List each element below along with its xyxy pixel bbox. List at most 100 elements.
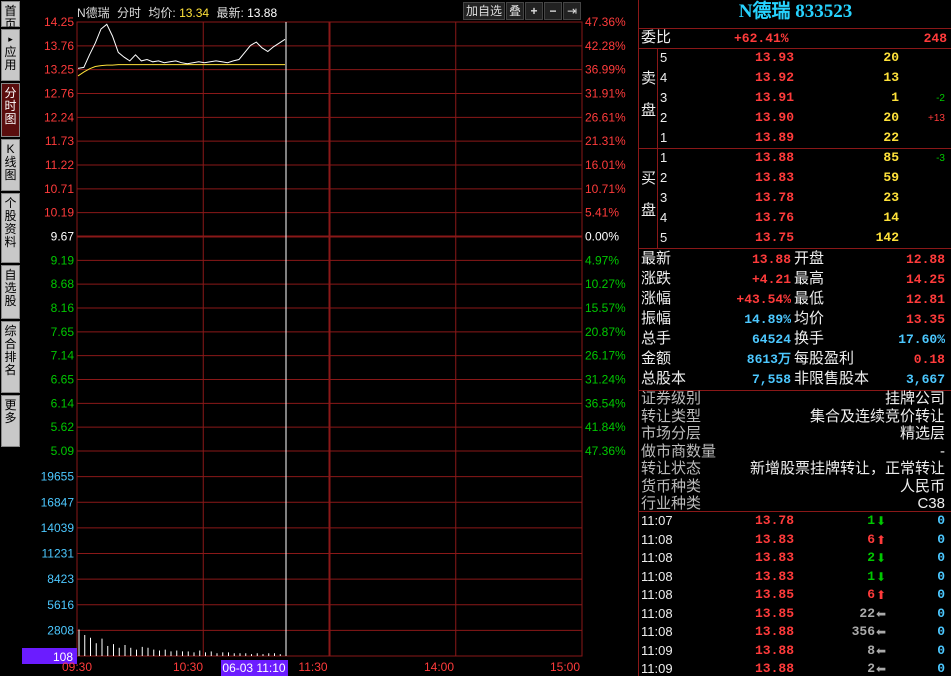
- stat-value: 13.35: [905, 312, 945, 327]
- trade-count: 0: [937, 513, 945, 528]
- book-price[interactable]: 13.90: [755, 109, 794, 127]
- trade-volume: 6: [867, 587, 875, 602]
- stat-label: 每股盈利: [794, 350, 855, 367]
- info-label: 转让状态: [641, 460, 702, 477]
- book-level: 3: [660, 90, 668, 105]
- tab-5[interactable]: 自选股: [1, 265, 20, 319]
- volume-tick: 8423: [47, 572, 74, 586]
- quote-panel: N德瑞 833523 委比 +62.41% 248 卖盘 5 13.93 20 4 13.92 13…: [638, 0, 951, 676]
- trade-price: 13.88: [755, 624, 795, 639]
- divider: [639, 248, 951, 249]
- stat-label: 均价: [794, 310, 825, 327]
- divider: [639, 148, 951, 149]
- book-volume: 14: [883, 210, 899, 225]
- divider: [657, 48, 658, 148]
- avg-value: 13.34: [179, 6, 210, 20]
- book-level: 2: [660, 110, 668, 125]
- tab-label: 更多: [4, 398, 17, 425]
- book-volume: 13: [883, 70, 899, 85]
- volume-tick: 19655: [41, 470, 75, 484]
- stat-value: +4.21: [751, 272, 791, 287]
- price-line: [77, 23, 286, 69]
- price-tick: 6.14: [51, 396, 75, 410]
- book-level: 2: [660, 170, 668, 185]
- add-favorite-button[interactable]: 加自选: [463, 2, 505, 20]
- stat-label: 非限售股本: [794, 370, 870, 387]
- stat-value: 13.88: [751, 252, 791, 267]
- pct-tick: 0.00%: [585, 230, 619, 244]
- chart-header: N德瑞 分时 均价: 13.34 最新: 13.88: [77, 4, 277, 21]
- book-price[interactable]: 13.93: [755, 49, 794, 67]
- chart-mode: 分时: [117, 6, 142, 20]
- stat-value: 8613万: [746, 352, 791, 367]
- book-price[interactable]: 13.76: [755, 209, 794, 227]
- stat-value: 0.18: [913, 352, 945, 367]
- tab-label: 自选股: [4, 268, 17, 308]
- trade-volume: 2: [867, 550, 875, 565]
- book-volume: 20: [883, 110, 899, 125]
- book-price[interactable]: 13.88: [755, 149, 794, 167]
- zoom-in-icon[interactable]: +: [525, 2, 543, 20]
- book-level: 1: [660, 130, 668, 145]
- book-price[interactable]: 13.78: [755, 189, 794, 207]
- info-label: 市场分层: [641, 425, 702, 442]
- tab-4[interactable]: 个股资料: [1, 193, 20, 263]
- pct-tick: 47.36%: [585, 444, 626, 458]
- trade-time: 11:09: [641, 661, 673, 676]
- book-level: 4: [660, 70, 668, 85]
- book-volume: 1: [891, 90, 899, 105]
- intraday-chart[interactable]: 14.25 47.36% 13.76 42.28% 13.25 36.99% 12.76 31…: [22, 0, 638, 676]
- ratio-pct: +62.41%: [734, 31, 789, 46]
- info-label: 转让类型: [641, 407, 702, 425]
- tab-0[interactable]: 首页: [1, 1, 20, 31]
- book-volume: 22: [883, 130, 899, 145]
- book-change: -3: [936, 153, 945, 164]
- overlay-button[interactable]: 叠: [506, 2, 524, 20]
- tab-3[interactable]: K线图: [1, 139, 20, 191]
- book-price[interactable]: 13.89: [755, 129, 794, 147]
- trade-volume: 2: [867, 661, 875, 676]
- trade-count: 0: [937, 605, 945, 621]
- price-tick: 8.16: [51, 301, 75, 315]
- tab-1[interactable]: ▸ 应用: [1, 29, 20, 81]
- info-value: 挂牌公司: [884, 390, 945, 407]
- info-value: 集合及连续竞价转让: [809, 407, 945, 425]
- trade-left-arrow-icon: ⬅: [876, 606, 887, 621]
- stat-label: 换手: [794, 330, 825, 347]
- book-level: 3: [660, 190, 668, 205]
- tab-6[interactable]: 综合排名: [1, 321, 20, 393]
- stat-label: 最新: [641, 250, 672, 267]
- book-price[interactable]: 13.83: [755, 169, 794, 187]
- stat-label: 开盘: [794, 250, 825, 267]
- info-label: 行业种类: [641, 495, 702, 512]
- stat-value: +43.54%: [736, 292, 791, 307]
- tab-label: 综合排名: [4, 324, 17, 377]
- left-tab-bar: 首页 ▸ 应用分时图 K线图个股资料自选股综合排名更多: [0, 0, 21, 676]
- book-price[interactable]: 13.91: [755, 89, 794, 107]
- book-price[interactable]: 13.92: [755, 69, 794, 87]
- zoom-out-icon[interactable]: −: [544, 2, 562, 20]
- info-value: 人民币: [899, 477, 945, 495]
- trade-volume: 1: [867, 568, 875, 584]
- price-tick: 9.67: [51, 230, 75, 244]
- ratio-label: 委比: [641, 29, 672, 46]
- volume-tick: 16847: [41, 495, 75, 509]
- volume-tick: 2808: [47, 623, 74, 637]
- pct-tick: 15.57%: [585, 301, 626, 315]
- stat-label: 振幅: [641, 310, 672, 327]
- volume-tick: 5616: [47, 598, 74, 612]
- price-tick: 10.19: [44, 206, 74, 220]
- tab-2[interactable]: 分时图: [1, 83, 20, 137]
- book-level: 1: [660, 150, 668, 165]
- tab-7[interactable]: 更多: [1, 395, 20, 447]
- trade-count: 0: [937, 568, 945, 584]
- expand-icon[interactable]: ⇥: [563, 2, 581, 20]
- price-tick: 12.76: [44, 87, 74, 101]
- stat-value: 3,667: [905, 372, 945, 387]
- tab-label: 个股资料: [4, 196, 17, 249]
- trade-price: 13.83: [755, 568, 795, 584]
- book-price[interactable]: 13.75: [755, 229, 794, 247]
- stat-value: 14.25: [905, 272, 945, 287]
- pct-tick: 31.24%: [585, 373, 626, 387]
- trade-left-arrow-icon: ⬅: [876, 662, 887, 676]
